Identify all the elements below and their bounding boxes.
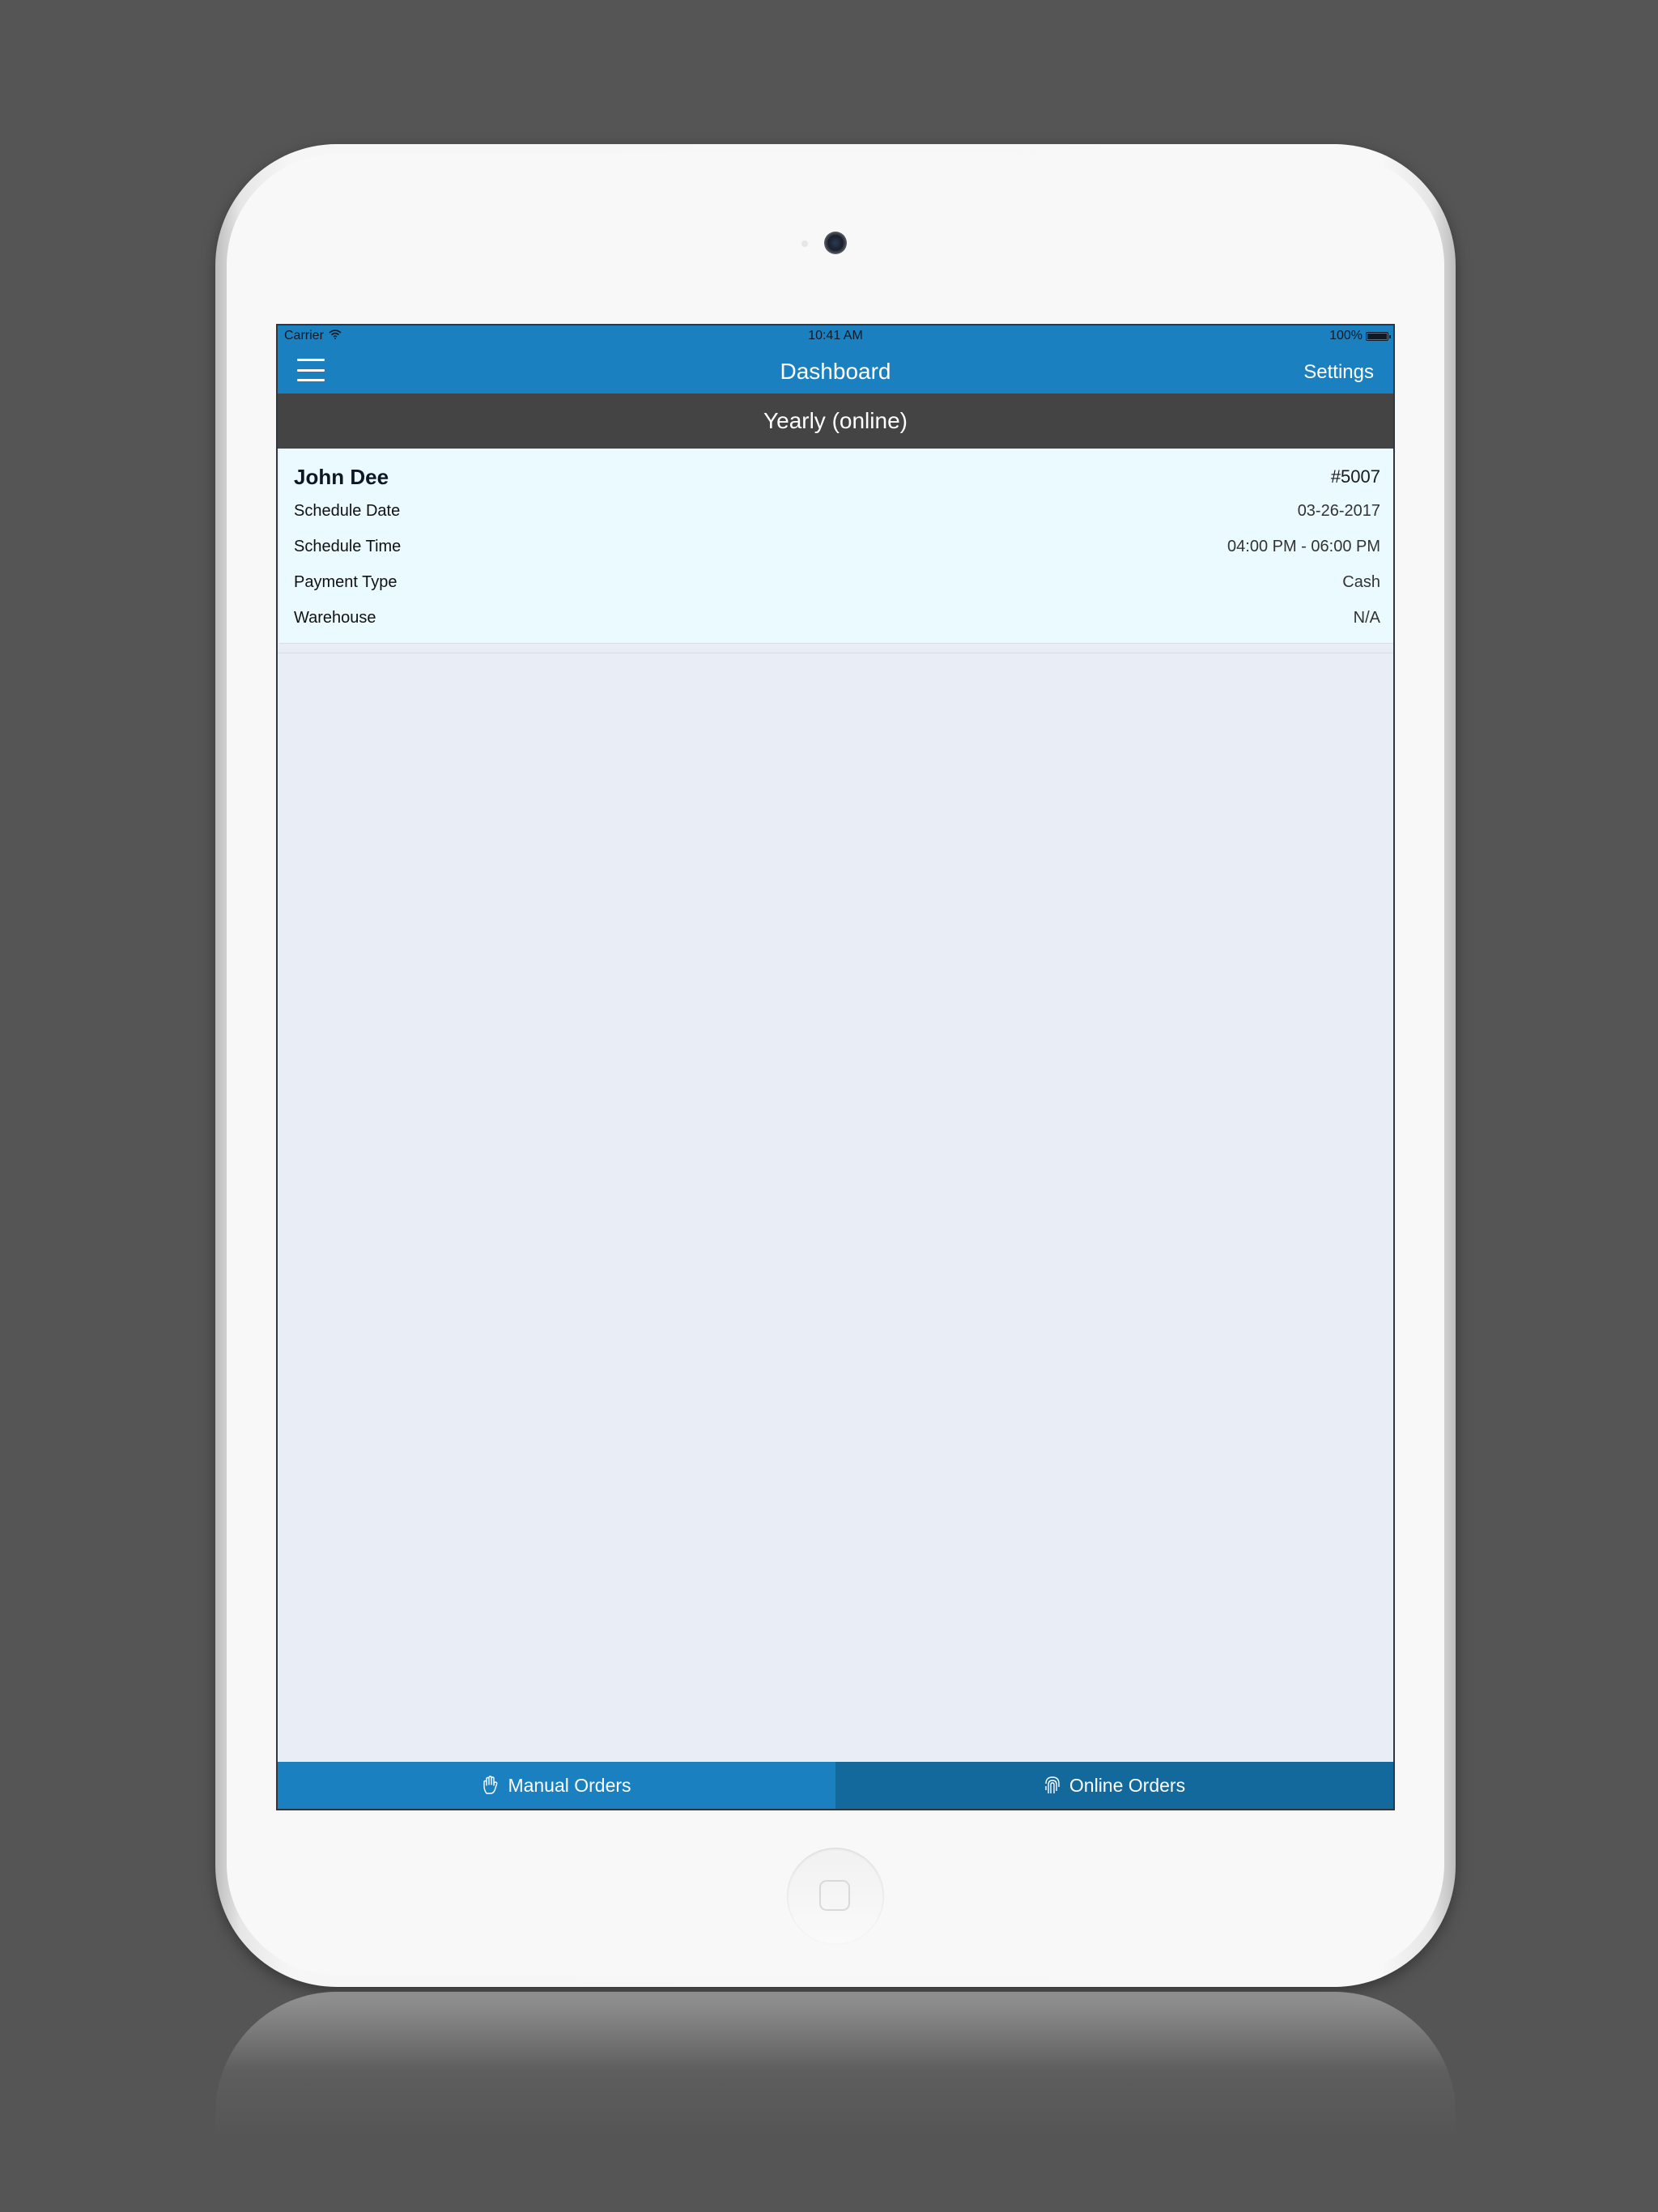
stage: Carrier 10:41 AM 100% Dashboard Settings… [0, 0, 1658, 2212]
customer-name: John Dee [294, 465, 389, 489]
camera-icon [824, 232, 847, 254]
status-right: 100% [1329, 329, 1391, 343]
device-reflection [215, 1992, 1456, 2138]
detail-value: 03-26-2017 [1297, 502, 1380, 520]
tab-label: Online Orders [1069, 1774, 1186, 1796]
hand-icon [482, 1776, 500, 1795]
status-time: 10:41 AM [808, 329, 863, 342]
tab-manual-orders[interactable]: Manual Orders [278, 1762, 835, 1809]
battery-percent: 100% [1329, 329, 1363, 342]
section-header: Yearly (online) [278, 393, 1393, 449]
light-sensor [801, 240, 808, 247]
app-screen: Carrier 10:41 AM 100% Dashboard Settings… [276, 324, 1395, 1810]
battery-fill [1367, 333, 1387, 339]
detail-row-warehouse: Warehouse N/A [294, 609, 1380, 633]
page-title: Dashboard [780, 359, 891, 384]
status-bar: Carrier 10:41 AM 100% [278, 325, 1393, 347]
detail-row-schedule-time: Schedule Time 04:00 PM - 06:00 PM [294, 538, 1380, 562]
detail-value: 04:00 PM - 06:00 PM [1227, 538, 1380, 555]
settings-button[interactable]: Settings [1303, 361, 1374, 384]
detail-label: Warehouse [294, 609, 376, 627]
detail-row-schedule-date: Schedule Date 03-26-2017 [294, 502, 1380, 526]
detail-label: Schedule Time [294, 538, 402, 555]
home-square-icon [819, 1880, 850, 1911]
fingerprint-icon [1044, 1776, 1061, 1795]
order-number: #5007 [1330, 466, 1380, 487]
bottom-tab-bar: Manual Orders Online Orders [278, 1762, 1393, 1809]
home-button[interactable] [787, 1848, 884, 1945]
detail-label: Payment Type [294, 573, 397, 591]
tab-label: Manual Orders [508, 1774, 631, 1796]
detail-value: N/A [1353, 609, 1380, 627]
battery-icon [1366, 331, 1391, 341]
detail-row-payment-type: Payment Type Cash [294, 573, 1380, 598]
detail-value: Cash [1342, 573, 1380, 591]
order-card[interactable]: John Dee #5007 Schedule Date 03-26-2017 … [279, 449, 1393, 644]
detail-label: Schedule Date [294, 502, 401, 520]
tab-online-orders[interactable]: Online Orders [835, 1762, 1393, 1809]
navigation-bar: Dashboard Settings [278, 347, 1393, 393]
